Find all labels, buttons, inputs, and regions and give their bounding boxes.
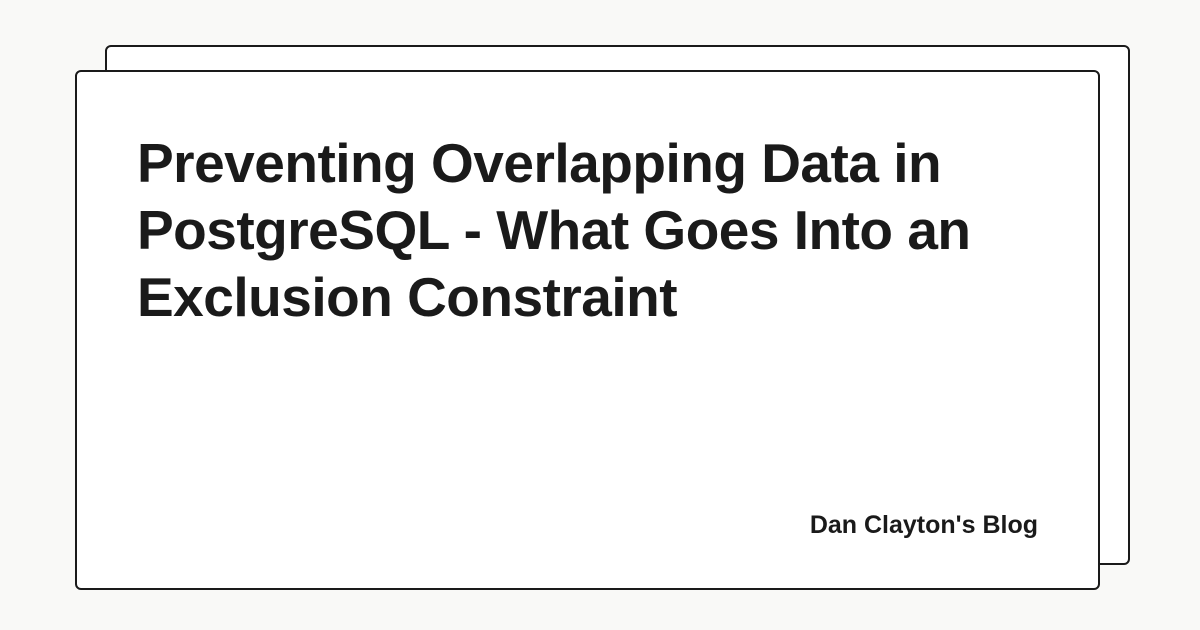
post-title: Preventing Overlapping Data in PostgreSQ… xyxy=(137,130,1038,331)
blog-name: Dan Clayton's Blog xyxy=(810,511,1038,540)
content-card: Preventing Overlapping Data in PostgreSQ… xyxy=(75,70,1100,590)
